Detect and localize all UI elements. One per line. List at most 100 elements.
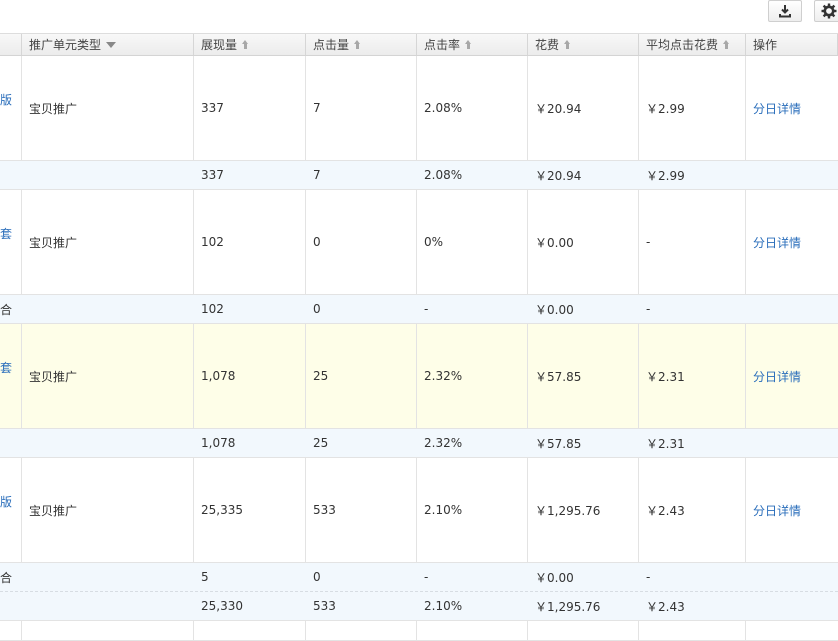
- summary-cost: ￥20.94: [535, 168, 582, 183]
- campaign-name-fragment[interactable]: 版: [0, 91, 12, 108]
- summary-avg-cpc: ￥2.43: [646, 599, 685, 614]
- summary-avg-cpc: -: [646, 302, 651, 316]
- sort-up-icon: [465, 40, 472, 49]
- header-unit-type[interactable]: 推广单元类型: [22, 34, 194, 55]
- table-row: 版 宝贝推广 337 7 2.08% ￥20.94 ￥2.99 分日详情: [0, 56, 838, 161]
- summary-label-fragment: 合: [0, 570, 13, 585]
- unit-type-cell: 宝贝推广: [22, 458, 194, 562]
- avg-cpc-cell: ￥2.99: [639, 56, 746, 160]
- summary-avg-cpc: ￥2.99: [646, 168, 685, 183]
- summary-impressions: 102: [201, 302, 224, 316]
- sort-up-icon: [242, 40, 249, 49]
- impressions-cell: 337: [194, 56, 306, 160]
- campaign-name-fragment[interactable]: 套: [0, 359, 12, 376]
- daily-detail-link[interactable]: 分日详情: [753, 502, 801, 519]
- unit-type-cell: 宝贝推广: [22, 190, 194, 294]
- campaign-name-cut[interactable]: 版: [0, 458, 22, 562]
- avg-cpc-cell: -: [639, 190, 746, 294]
- table-row: 套 宝贝推广 102 0 0% ￥0.00 - 分日详情: [0, 190, 838, 295]
- download-button[interactable]: [768, 0, 802, 22]
- ctr-cell: 2.10%: [417, 458, 528, 562]
- summary-clicks: 7: [313, 168, 321, 182]
- sort-up-icon: [723, 40, 730, 49]
- summary-cost: ￥0.00: [535, 302, 574, 317]
- header-clicks[interactable]: 点击量: [306, 34, 417, 55]
- daily-detail-link[interactable]: 分日详情: [753, 368, 801, 385]
- header-unit-type-label: 推广单元类型: [29, 38, 102, 52]
- unit-type-cell: 宝贝推广: [22, 56, 194, 160]
- row-cell: [417, 621, 528, 640]
- summary-row: 合 5 0 - ￥0.00 -: [0, 563, 838, 592]
- summary-cut: [0, 429, 22, 457]
- header-cut-cell: [0, 34, 22, 55]
- campaign-name-fragment[interactable]: 版: [0, 493, 12, 510]
- ctr-cell: 2.08%: [417, 56, 528, 160]
- row-cell: [22, 621, 194, 640]
- header-impressions[interactable]: 展现量: [194, 34, 306, 55]
- header-actions: 操作: [746, 34, 838, 55]
- row-cell: [639, 621, 746, 640]
- row-cell: [746, 621, 838, 640]
- cost-cell: ￥20.94: [528, 56, 639, 160]
- table-row-partial: [0, 621, 838, 641]
- ctr-cell: 2.32%: [417, 324, 528, 428]
- summary-cost: ￥1,295.76: [535, 599, 601, 614]
- row-cell: [528, 621, 639, 640]
- actions-cell: 分日详情: [746, 190, 838, 294]
- summary-ctr: 2.32%: [424, 436, 463, 450]
- clicks-cell: 25: [306, 324, 417, 428]
- download-icon: [778, 4, 792, 18]
- clicks-cell: 7: [306, 56, 417, 160]
- header-ctr-label: 点击率: [424, 38, 461, 52]
- impressions-cell: 102: [194, 190, 306, 294]
- table-row: 版 宝贝推广 25,335 533 2.10% ￥1,295.76 ￥2.43 …: [0, 458, 838, 563]
- summary-impressions: 25,330: [201, 599, 243, 613]
- summary-row: 1,078 25 2.32% ￥57.85 ￥2.31: [0, 429, 838, 458]
- header-impressions-label: 展现量: [201, 38, 238, 52]
- header-actions-label: 操作: [753, 38, 778, 52]
- table-row-highlighted: 套 宝贝推广 1,078 25 2.32% ￥57.85 ￥2.31 分日详情: [0, 324, 838, 429]
- header-clicks-label: 点击量: [313, 38, 350, 52]
- header-ctr[interactable]: 点击率: [417, 34, 528, 55]
- summary-row: 合 102 0 - ￥0.00 -: [0, 295, 838, 324]
- row-cell: [194, 621, 306, 640]
- cost-cell: ￥1,295.76: [528, 458, 639, 562]
- summary-ctr: 2.10%: [424, 599, 463, 613]
- summary-clicks: 0: [313, 570, 321, 584]
- sort-up-icon: [354, 40, 361, 49]
- summary-ctr: -: [424, 302, 429, 316]
- header-avg-cpc[interactable]: 平均点击花费: [639, 34, 746, 55]
- cost-cell: ￥0.00: [528, 190, 639, 294]
- actions-cell: 分日详情: [746, 324, 838, 428]
- summary-label-fragment: 合: [0, 302, 13, 317]
- header-cost-label: 花费: [535, 38, 560, 52]
- summary-avg-cpc: ￥2.31: [646, 436, 685, 451]
- summary-impressions: 5: [201, 570, 209, 584]
- summary-cost: ￥57.85: [535, 436, 582, 451]
- campaign-name-cut[interactable]: 套: [0, 324, 22, 428]
- summary-cut: 合: [0, 563, 22, 591]
- settings-button[interactable]: [814, 0, 838, 22]
- summary-avg-cpc: -: [646, 570, 651, 584]
- sort-up-icon: [564, 40, 571, 49]
- avg-cpc-cell: ￥2.31: [639, 324, 746, 428]
- impressions-cell: 25,335: [194, 458, 306, 562]
- daily-detail-link[interactable]: 分日详情: [753, 100, 801, 117]
- actions-cell: 分日详情: [746, 458, 838, 562]
- ctr-cell: 0%: [417, 190, 528, 294]
- row-cell: [306, 621, 417, 640]
- header-cost[interactable]: 花费: [528, 34, 639, 55]
- daily-detail-link[interactable]: 分日详情: [753, 234, 801, 251]
- summary-impressions: 1,078: [201, 436, 236, 450]
- summary-row: 337 7 2.08% ￥20.94 ￥2.99: [0, 161, 838, 190]
- row-cell: [0, 621, 22, 640]
- toolbar: [0, 0, 838, 33]
- summary-cost: ￥0.00: [535, 570, 574, 585]
- campaign-name-cut[interactable]: 套: [0, 190, 22, 294]
- campaign-name-cut[interactable]: 版: [0, 56, 22, 160]
- actions-cell: 分日详情: [746, 56, 838, 160]
- cost-cell: ￥57.85: [528, 324, 639, 428]
- campaign-name-fragment[interactable]: 套: [0, 225, 12, 242]
- sort-down-icon: [106, 41, 117, 48]
- clicks-cell: 0: [306, 190, 417, 294]
